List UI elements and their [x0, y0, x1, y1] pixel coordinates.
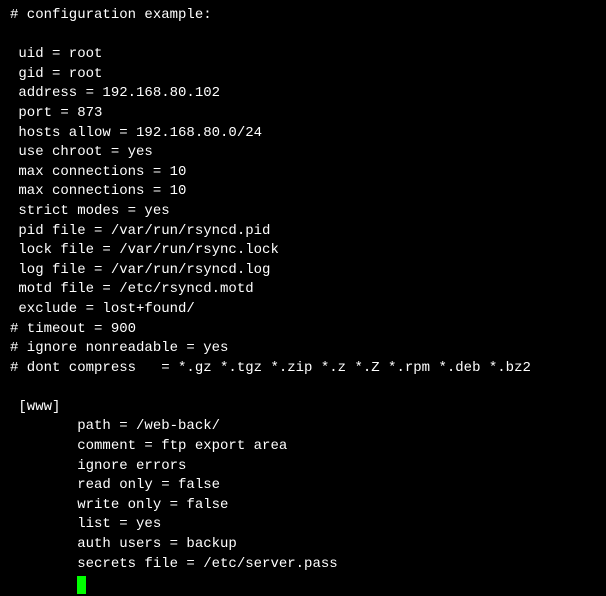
config-line: list = yes: [10, 515, 606, 535]
config-line: write only = false: [10, 496, 606, 516]
config-line: address = 192.168.80.102: [10, 84, 606, 104]
config-line: hosts allow = 192.168.80.0/24: [10, 124, 606, 144]
config-line: max connections = 10: [10, 163, 606, 183]
config-line: read only = false: [10, 476, 606, 496]
config-line: # ignore nonreadable = yes: [10, 339, 606, 359]
config-line: max connections = 10: [10, 182, 606, 202]
config-line: lock file = /var/run/rsync.lock: [10, 241, 606, 261]
config-line: use chroot = yes: [10, 143, 606, 163]
terminal-output: # configuration example: uid = root gid …: [10, 6, 606, 594]
config-line: secrets file = /etc/server.pass: [10, 555, 606, 575]
config-line: auth users = backup: [10, 535, 606, 555]
config-line: gid = root: [10, 65, 606, 85]
config-line: # timeout = 900: [10, 320, 606, 340]
config-line: strict modes = yes: [10, 202, 606, 222]
config-line: # dont compress = *.gz *.tgz *.zip *.z *…: [10, 359, 606, 379]
terminal-cursor[interactable]: [77, 576, 86, 594]
config-line: [www]: [10, 398, 606, 418]
config-line: comment = ftp export area: [10, 437, 606, 457]
config-line: uid = root: [10, 45, 606, 65]
config-line: [10, 26, 606, 46]
config-line: port = 873: [10, 104, 606, 124]
config-line: pid file = /var/run/rsyncd.pid: [10, 222, 606, 242]
config-line: # configuration example:: [10, 6, 606, 26]
config-line: exclude = lost+found/: [10, 300, 606, 320]
config-line: motd file = /etc/rsyncd.motd: [10, 280, 606, 300]
config-line: ignore errors: [10, 457, 606, 477]
config-line: log file = /var/run/rsyncd.log: [10, 261, 606, 281]
cursor-line[interactable]: [10, 574, 606, 594]
config-line: path = /web-back/: [10, 417, 606, 437]
config-line: [10, 378, 606, 398]
